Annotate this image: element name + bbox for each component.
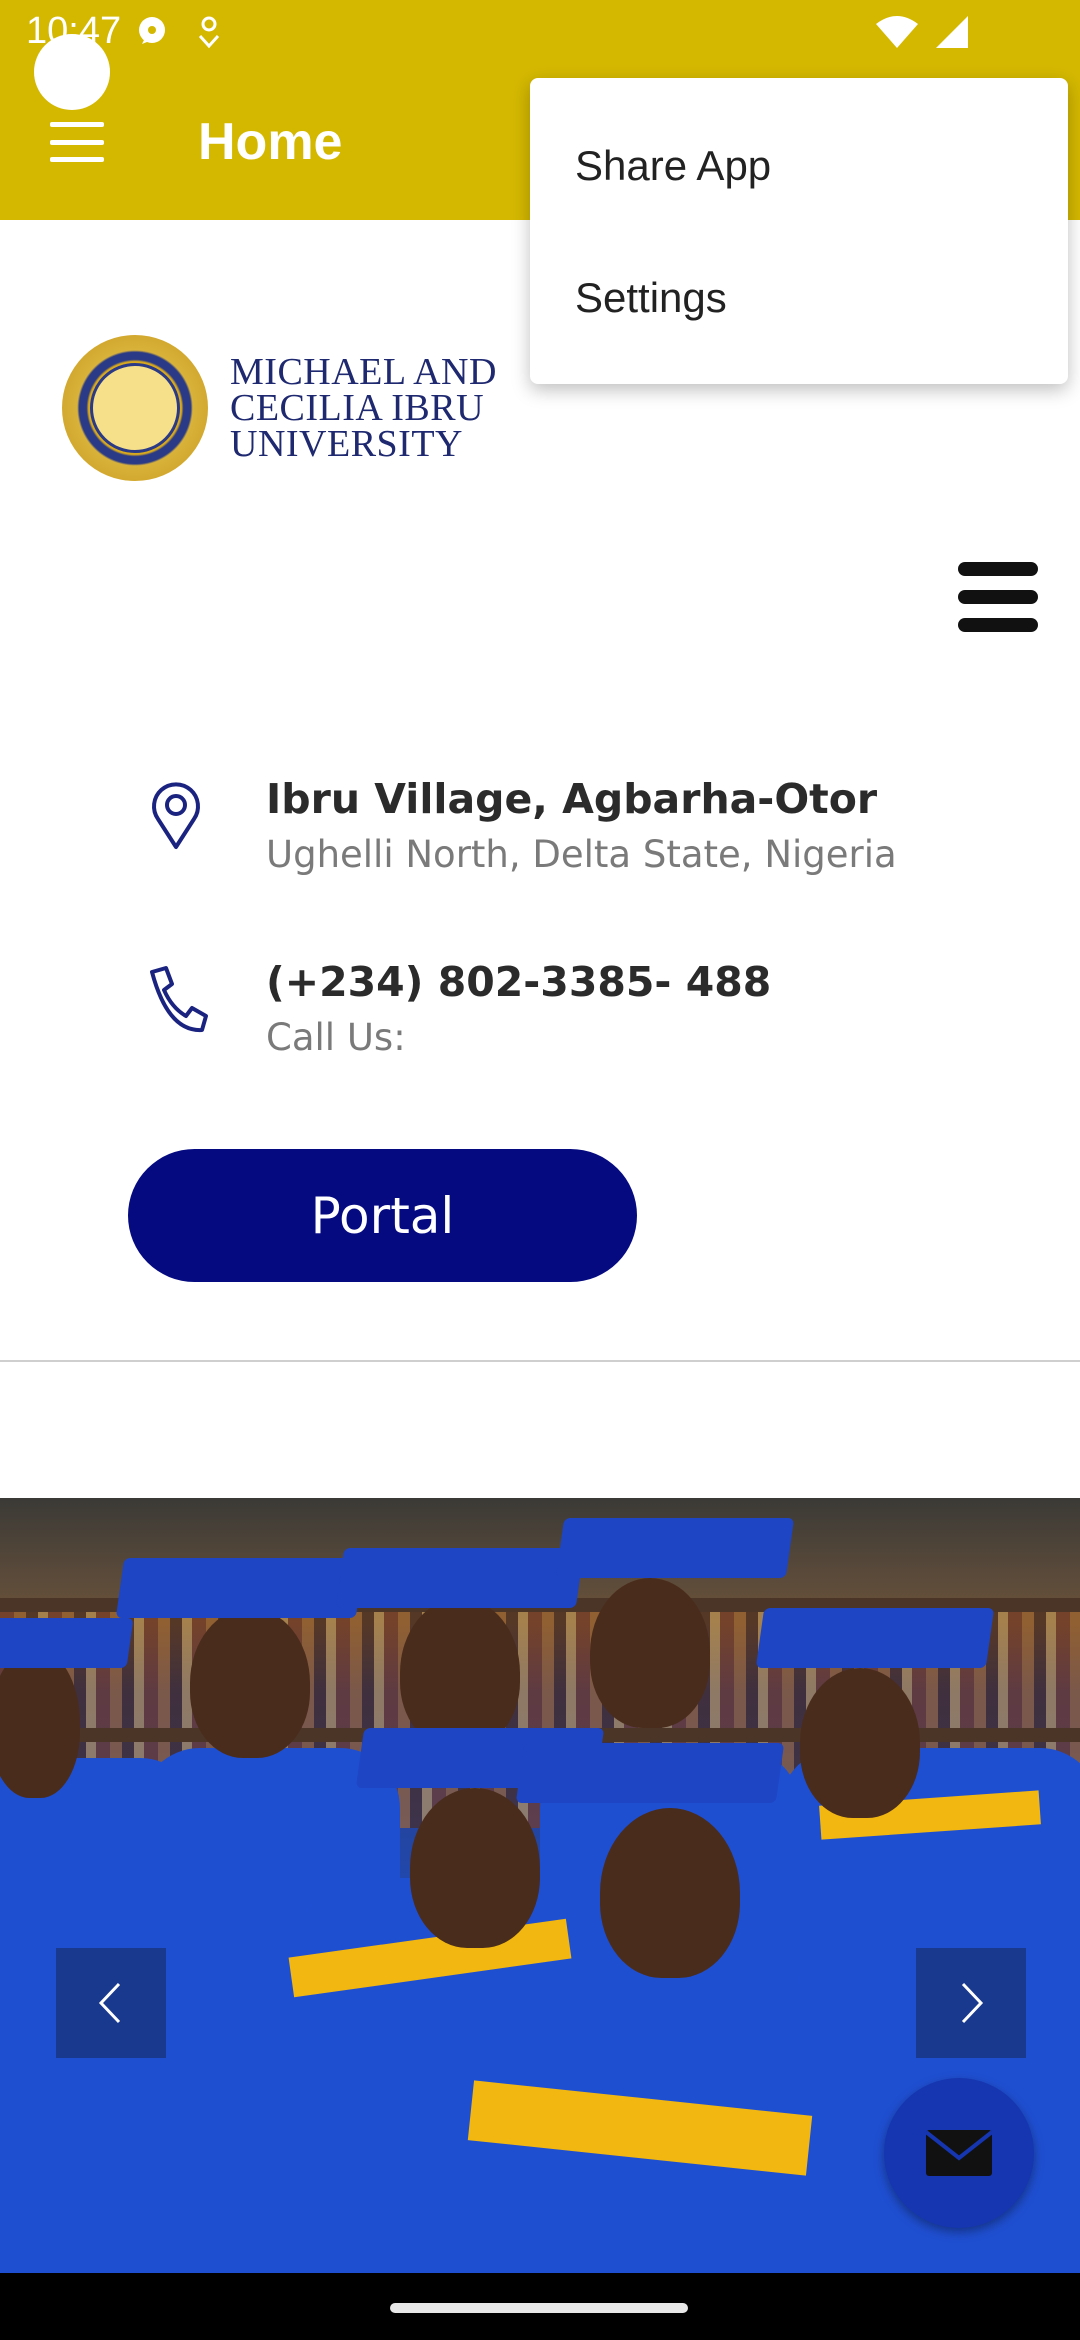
phone-icon [150,966,208,1033]
signal-icon [936,16,968,48]
site-menu-icon[interactable] [958,562,1038,632]
wifi-icon [876,16,918,48]
university-seal-icon [62,335,208,481]
phone-number: (+234) 802-3385- 488 [266,958,772,1006]
logo-line-1: MICHAEL AND [230,351,497,393]
chat-notification-icon [139,17,165,44]
carousel-prev-button[interactable] [56,1948,166,2058]
logo-line-3: UNIVERSITY [230,423,463,465]
hamburger-icon[interactable] [50,122,104,162]
camera-cutout [34,34,110,110]
logo-line-2: CECILIA IBRU [230,387,485,429]
address-sub: Ughelli North, Delta State, Nigeria [266,833,897,876]
mail-fab-button[interactable] [884,2078,1034,2228]
portal-button[interactable]: Portal [128,1149,637,1282]
chevron-right-icon [961,1982,984,2024]
university-logo[interactable]: MICHAEL AND CECILIA IBRU UNIVERSITY [62,335,497,481]
menu-item-share-app[interactable]: Share App [530,100,1068,232]
address-row: Ibru Village, Agbarha-Otor Ughelli North… [140,775,897,876]
mail-icon [924,2130,994,2176]
download-status-icon [198,16,220,49]
location-pin-icon [152,782,200,849]
chevron-left-icon [98,1982,121,2024]
menu-item-settings[interactable]: Settings [530,232,1068,364]
status-icons-right [874,14,970,50]
status-icons-left [136,14,224,50]
logo-text: MICHAEL AND CECILIA IBRU UNIVERSITY [230,351,497,465]
phone-row: (+234) 802-3385- 488 Call Us: [140,958,771,1059]
overflow-menu: Share App Settings [530,78,1068,384]
app-title: Home [198,113,343,171]
address-main: Ibru Village, Agbarha-Otor [266,775,878,823]
carousel-next-button[interactable] [916,1948,1026,2058]
divider [0,1360,1080,1362]
home-gesture-handle[interactable] [390,2303,688,2313]
phone-label: Call Us: [266,1016,406,1059]
